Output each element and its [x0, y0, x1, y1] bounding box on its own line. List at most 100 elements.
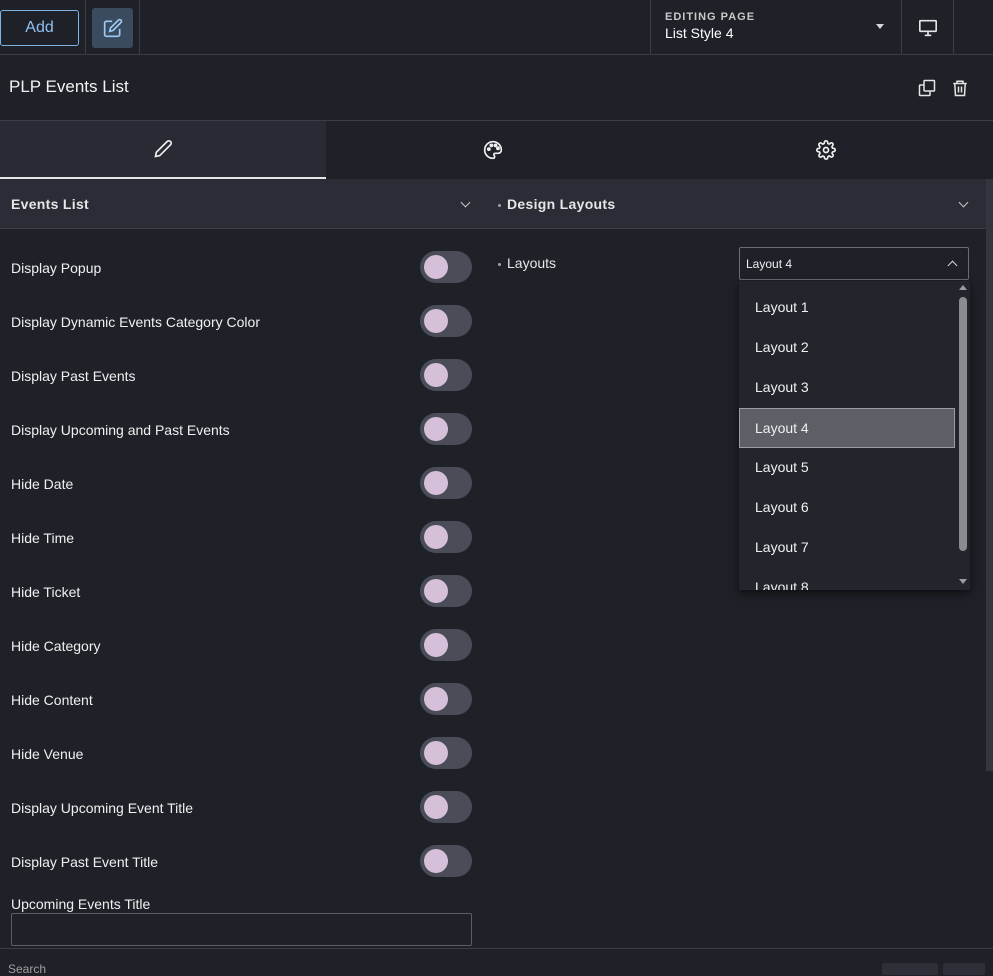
- toggle-knob: [424, 741, 448, 765]
- panel-tabs: [0, 121, 993, 179]
- toggle-switch[interactable]: [420, 467, 472, 499]
- toggle-row: Hide Venue: [11, 737, 472, 771]
- toggle-knob: [424, 687, 448, 711]
- toggle-switch[interactable]: [420, 305, 472, 337]
- upcoming-events-title-label: Upcoming Events Title: [11, 896, 151, 912]
- toggle-label: Display Upcoming and Past Events: [11, 422, 230, 438]
- layouts-label: Layouts: [498, 255, 556, 271]
- layouts-label-text: Layouts: [507, 255, 557, 271]
- toggle-label: Hide Venue: [11, 746, 84, 762]
- chevron-down-icon: [958, 197, 969, 208]
- delete-button[interactable]: [951, 79, 969, 97]
- layouts-dropdown-list: Layout 1 Layout 2 Layout 3 Layout 4 Layo…: [739, 281, 970, 590]
- layout-option[interactable]: Layout 5: [739, 447, 955, 487]
- toggle-label: Display Past Event Title: [11, 854, 159, 870]
- bullet-dot: [498, 203, 501, 207]
- section-title-text: Design Layouts: [507, 196, 616, 212]
- scrollbar-thumb[interactable]: [959, 297, 967, 551]
- toggle-row: Display Dynamic Events Category Color: [11, 305, 472, 339]
- toggle-switch[interactable]: [420, 737, 472, 769]
- divider: [85, 0, 86, 55]
- scroll-down-arrow[interactable]: [959, 579, 967, 584]
- gear-icon: [816, 140, 836, 160]
- toggle-knob: [424, 633, 448, 657]
- duplicate-button[interactable]: [918, 79, 936, 97]
- toggle-switch[interactable]: [420, 629, 472, 661]
- tab-content[interactable]: [0, 121, 326, 179]
- edit-button[interactable]: [92, 8, 133, 48]
- footer-button[interactable]: [882, 963, 938, 975]
- toggle-knob: [424, 417, 448, 441]
- toggle-switch[interactable]: [420, 683, 472, 715]
- layouts-selected-value: Layout 4: [746, 257, 793, 271]
- toggle-knob: [424, 795, 448, 819]
- toggle-row: Display Popup: [11, 251, 472, 285]
- toggle-label: Display Past Events: [11, 368, 136, 384]
- toggle-switch[interactable]: [420, 845, 472, 877]
- panel-scrollbar[interactable]: [986, 179, 993, 771]
- toggle-knob: [424, 525, 448, 549]
- toggle-row: Display Past Event Title: [11, 845, 472, 879]
- toggle-label: Hide Content: [11, 692, 93, 708]
- section-title: Events List: [11, 196, 89, 212]
- toggle-knob: [424, 255, 448, 279]
- editing-page-value: List Style 4: [665, 25, 734, 41]
- toggle-knob: [424, 363, 448, 387]
- toggle-row: Hide Ticket: [11, 575, 472, 609]
- toggle-label: Hide Date: [11, 476, 74, 492]
- add-button[interactable]: Add: [0, 10, 79, 46]
- layouts-select[interactable]: Layout 4: [739, 247, 969, 280]
- palette-icon: [483, 140, 502, 160]
- chevron-down-icon: [460, 197, 471, 208]
- top-bar: Add EDITING PAGE List Style 4: [0, 0, 993, 55]
- toggle-knob: [424, 471, 448, 495]
- editing-page-selector[interactable]: EDITING PAGE List Style 4: [650, 0, 900, 55]
- monitor-icon: [918, 19, 937, 36]
- layout-option[interactable]: Layout 8: [739, 567, 955, 590]
- caret-down-icon[interactable]: [876, 24, 884, 29]
- section-events-list-header[interactable]: Events List: [0, 179, 487, 229]
- toggle-row: Hide Category: [11, 629, 472, 663]
- tab-style[interactable]: [326, 121, 659, 179]
- toggle-label: Display Popup: [11, 260, 102, 276]
- tab-advanced[interactable]: [659, 121, 993, 179]
- scroll-up-arrow[interactable]: [959, 285, 967, 290]
- toggle-label: Display Dynamic Events Category Color: [11, 314, 260, 330]
- upcoming-events-title-input[interactable]: [11, 913, 472, 946]
- toggle-switch[interactable]: [420, 413, 472, 445]
- toggle-label: Display Upcoming Event Title: [11, 800, 194, 816]
- panel-title: PLP Events List: [9, 77, 129, 96]
- toggle-row: Display Past Events: [11, 359, 472, 393]
- toggle-switch[interactable]: [420, 521, 472, 553]
- layout-option[interactable]: Layout 7: [739, 527, 955, 567]
- divider: [139, 0, 140, 55]
- copy-icon: [918, 79, 936, 97]
- footer-button[interactable]: [943, 963, 985, 975]
- trash-icon: [953, 80, 967, 97]
- toggle-row: Display Upcoming Event Title: [11, 791, 472, 825]
- panel-header: PLP Events List: [0, 55, 993, 121]
- responsive-preview-button[interactable]: [901, 0, 954, 55]
- toggle-label: Hide Category: [11, 638, 101, 654]
- dropdown-scrollbar[interactable]: [959, 293, 967, 577]
- layout-option[interactable]: Layout 2: [739, 327, 955, 367]
- toggle-row: Display Upcoming and Past Events: [11, 413, 472, 447]
- pencil-icon: [154, 140, 172, 158]
- toggle-switch[interactable]: [420, 575, 472, 607]
- toggle-knob: [424, 579, 448, 603]
- layout-option[interactable]: Layout 6: [739, 487, 955, 527]
- layout-option-selected[interactable]: Layout 4: [739, 408, 955, 448]
- section-design-layouts-header[interactable]: Design Layouts: [487, 179, 986, 229]
- toggle-row: Hide Content: [11, 683, 472, 717]
- chevron-up-icon: [947, 260, 958, 271]
- toggle-knob: [424, 849, 448, 873]
- toggle-switch[interactable]: [420, 359, 472, 391]
- footer-bar: Search: [0, 948, 993, 976]
- toggle-switch[interactable]: [420, 791, 472, 823]
- layout-option[interactable]: Layout 1: [739, 287, 955, 327]
- layout-option[interactable]: Layout 3: [739, 367, 955, 407]
- editing-page-label: EDITING PAGE: [665, 11, 756, 23]
- search-input[interactable]: Search: [8, 962, 46, 976]
- pencil-square-icon: [103, 18, 122, 38]
- toggle-switch[interactable]: [420, 251, 472, 283]
